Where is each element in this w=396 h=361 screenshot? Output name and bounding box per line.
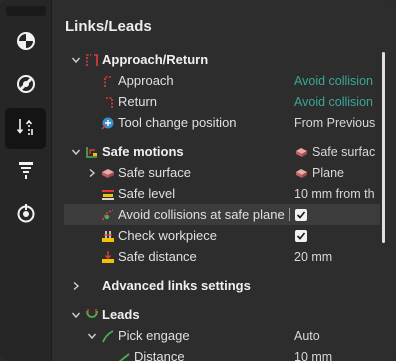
distance-icon xyxy=(117,350,131,361)
panel-title: Links/Leads xyxy=(65,18,152,35)
pick-engage-icon xyxy=(101,329,115,343)
drop-target-icon xyxy=(16,203,36,226)
row-label: Avoid collisions at safe plane xyxy=(118,207,285,222)
approach-icon xyxy=(101,74,115,88)
check-workpiece-icon xyxy=(101,229,115,243)
chevron-down-icon[interactable] xyxy=(71,310,81,320)
chevron-right-icon[interactable] xyxy=(87,168,97,178)
row-label: Approach xyxy=(118,73,174,88)
avoid-collisions-checkbox[interactable] xyxy=(295,208,307,221)
tool-orientation-icon xyxy=(16,74,36,97)
tool-change-icon xyxy=(101,116,115,130)
funnel-tool-icon xyxy=(17,160,35,183)
row-distance[interactable]: Distance 10 mm xyxy=(52,346,396,361)
chevron-down-icon[interactable] xyxy=(71,147,81,157)
row-value[interactable]: 10 mm xyxy=(294,350,332,361)
chevron-right-icon[interactable] xyxy=(71,281,81,291)
row-value[interactable]: 10 mm from th xyxy=(294,187,375,201)
left-toolbar xyxy=(0,0,52,361)
row-label: Pick engage xyxy=(118,328,190,343)
row-label: Tool change position xyxy=(118,115,237,130)
links-leads-window: Links/Leads Approach/Return Approach Avo… xyxy=(0,0,396,361)
group-label: Safe motions xyxy=(102,144,184,159)
row-return[interactable]: Return Avoid collision xyxy=(52,91,396,112)
leads-icon xyxy=(85,308,99,322)
value-separator xyxy=(289,208,290,221)
row-approach[interactable]: Approach Avoid collision xyxy=(52,70,396,91)
safe-surface-icon xyxy=(101,166,115,180)
approach-return-icon xyxy=(85,53,99,67)
row-label: Check workpiece xyxy=(118,228,217,243)
avoid-collisions-icon xyxy=(101,208,115,222)
group-label: Advanced links settings xyxy=(102,278,251,293)
links-leads-icon xyxy=(15,116,37,141)
row-value[interactable]: 20 mm xyxy=(294,250,332,264)
safe-level-icon xyxy=(101,187,115,201)
toolbar-grip[interactable] xyxy=(6,6,46,16)
row-tool-change-position[interactable]: Tool change position From Previous xyxy=(52,112,396,133)
row-pick-engage[interactable]: Pick engage Auto xyxy=(52,325,396,346)
toolbar-button-quadrant[interactable] xyxy=(5,22,46,63)
vertical-scrollbar[interactable] xyxy=(382,52,385,243)
row-label: Safe level xyxy=(118,186,176,201)
row-value[interactable]: Auto xyxy=(294,329,320,343)
row-value-link[interactable]: Avoid collision xyxy=(294,74,373,88)
row-label: Distance xyxy=(134,349,185,361)
toolbar-button-orientation[interactable] xyxy=(5,65,46,106)
row-label: Safe surface xyxy=(118,165,191,180)
row-value[interactable]: Safe surfac xyxy=(312,145,375,159)
chevron-down-icon[interactable] xyxy=(71,55,81,65)
group-advanced-links-settings[interactable]: Advanced links settings xyxy=(52,275,396,296)
return-icon xyxy=(101,95,115,109)
row-label: Return xyxy=(118,94,158,109)
row-value-link[interactable]: Avoid collision xyxy=(294,95,373,109)
safe-distance-icon xyxy=(101,250,115,264)
row-label: Safe distance xyxy=(118,249,197,264)
row-check-workpiece[interactable]: Check workpiece xyxy=(52,225,396,246)
quadrant-circle-icon xyxy=(16,31,36,54)
row-safe-distance[interactable]: Safe distance 20 mm xyxy=(52,246,396,267)
toolbar-button-funnel[interactable] xyxy=(5,151,46,192)
toolbar-button-links-leads[interactable] xyxy=(5,108,46,149)
group-approach-return[interactable]: Approach/Return xyxy=(52,49,396,70)
chevron-down-icon[interactable] xyxy=(87,331,97,341)
toolbar-button-target[interactable] xyxy=(5,194,46,235)
group-safe-motions[interactable]: Safe motions Safe surfac xyxy=(52,141,396,162)
row-safe-surface[interactable]: Safe surface Plane xyxy=(52,162,396,183)
group-leads[interactable]: Leads xyxy=(52,304,396,325)
row-value[interactable]: From Previous xyxy=(294,116,375,130)
row-avoid-collisions-safe-plane[interactable]: Avoid collisions at safe plane xyxy=(64,204,380,225)
group-label: Leads xyxy=(102,307,140,322)
safe-motions-icon xyxy=(85,145,99,159)
row-safe-level[interactable]: Safe level 10 mm from th xyxy=(52,183,396,204)
check-workpiece-checkbox[interactable] xyxy=(295,229,307,242)
properties-panel: Links/Leads Approach/Return Approach Avo… xyxy=(52,0,396,361)
plane-icon xyxy=(295,167,308,178)
row-value[interactable]: Plane xyxy=(312,166,344,180)
safe-surface-value-icon xyxy=(295,146,308,157)
group-label: Approach/Return xyxy=(102,52,209,67)
